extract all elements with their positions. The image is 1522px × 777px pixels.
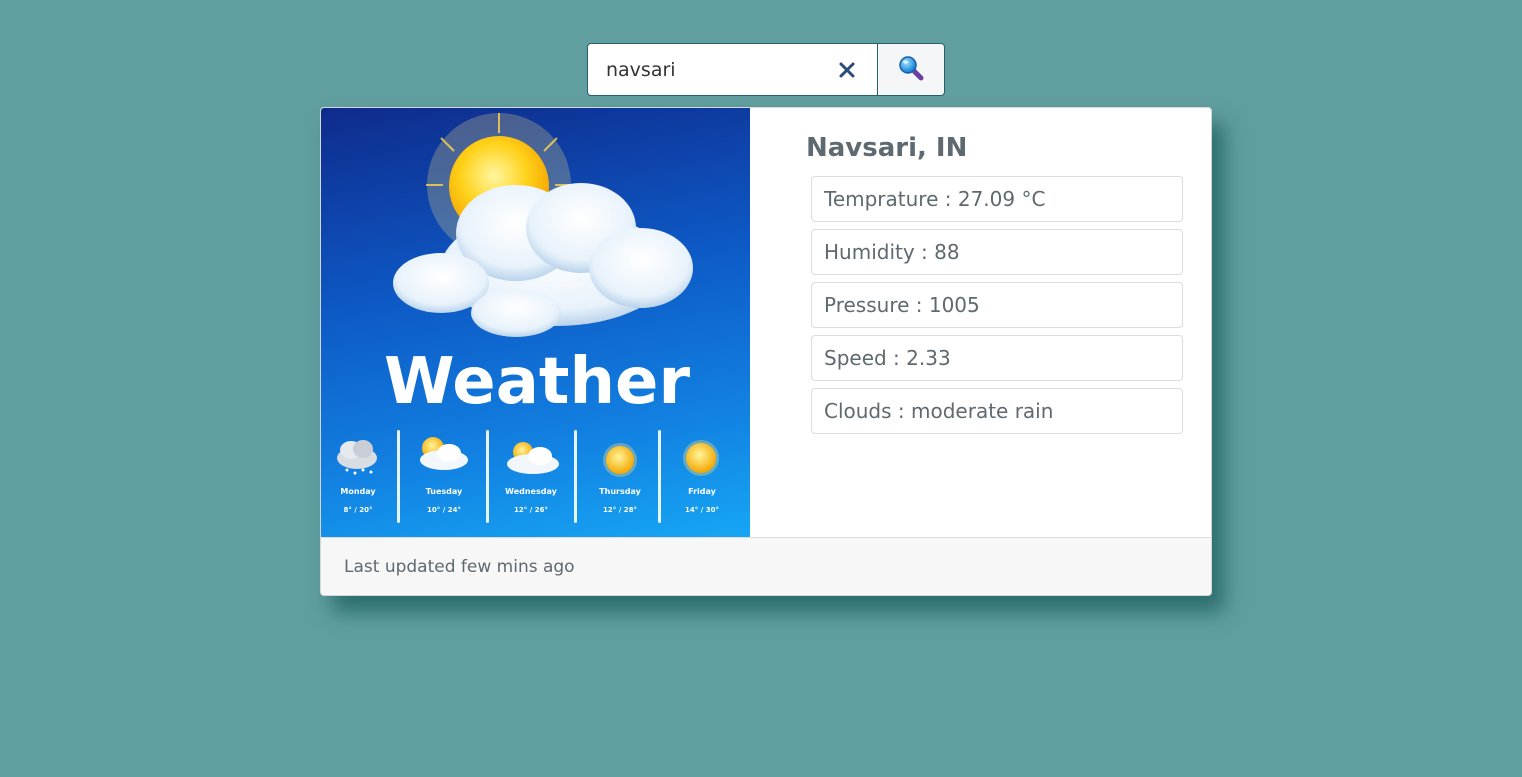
close-icon[interactable] [835, 58, 859, 82]
pressure-stat: Pressure : 1005 [811, 282, 1183, 328]
forecast-day-name: Wednesday [505, 487, 557, 496]
sun-icon [683, 440, 719, 476]
last-updated-text: Last updated few mins ago [344, 556, 575, 577]
partly-cloudy-icon [507, 442, 559, 474]
search-input[interactable] [588, 44, 818, 95]
forecast-day-temp: 10° / 24° [427, 506, 461, 514]
weather-illustration-title: Weather [384, 345, 690, 419]
sun-icon [603, 443, 637, 477]
forecast-day-name: Monday [340, 487, 376, 496]
weather-illustration: Weather Monday 8° / 20° Tuesday 10° / 24… [321, 108, 750, 537]
weather-card: Weather Monday 8° / 20° Tuesday 10° / 24… [320, 107, 1212, 596]
search-bar [587, 43, 945, 96]
forecast-divider [574, 430, 577, 523]
search-field-wrapper [587, 43, 878, 96]
partly-cloudy-icon [420, 437, 468, 470]
humidity-stat: Humidity : 88 [811, 229, 1183, 275]
forecast-day-name: Friday [688, 487, 716, 496]
clouds-stat: Clouds : moderate rain [811, 388, 1183, 434]
search-button[interactable] [877, 43, 945, 96]
magnifier-icon [898, 55, 924, 85]
wind-speed-stat: Speed : 2.33 [811, 335, 1183, 381]
card-footer: Last updated few mins ago [321, 537, 1211, 595]
forecast-day-temp: 8° / 20° [343, 506, 373, 514]
forecast-day-temp: 14° / 30° [685, 506, 719, 514]
weather-stats-list: Temprature : 27.09 °C Humidity : 88 Pres… [811, 176, 1183, 441]
forecast-day-name: Tuesday [425, 487, 463, 496]
forecast-day-name: Thursday [599, 487, 641, 496]
forecast-divider [486, 430, 489, 523]
city-title: Navsari, IN [806, 133, 968, 163]
forecast-day-temp: 12° / 28° [603, 506, 637, 514]
temperature-stat: Temprature : 27.09 °C [811, 176, 1183, 222]
snow-cloud-icon [337, 440, 377, 475]
forecast-day-temp: 12° / 26° [514, 506, 548, 514]
